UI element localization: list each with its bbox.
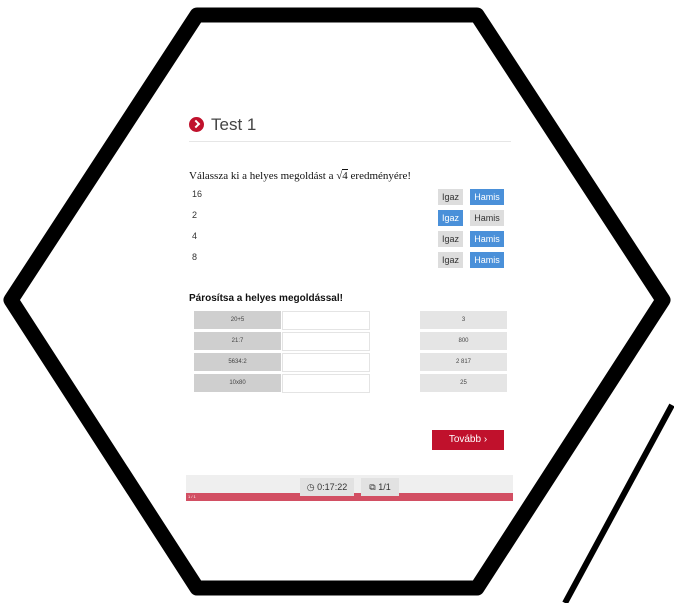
true-button[interactable]: Igaz xyxy=(438,231,463,247)
true-button[interactable]: Igaz xyxy=(438,252,463,268)
option-label: 16 xyxy=(192,189,203,199)
match-item-left[interactable]: 5634:2 xyxy=(194,353,281,371)
match-item-right[interactable]: 25 xyxy=(420,374,507,392)
match-item-right[interactable]: 3 xyxy=(420,311,507,329)
false-button[interactable]: Hamis xyxy=(470,210,504,226)
true-button[interactable]: Igaz xyxy=(438,189,463,205)
option-label: 8 xyxy=(192,252,198,262)
match-item-left[interactable]: 21:7 xyxy=(194,332,281,350)
match-drop-slot[interactable] xyxy=(282,332,370,351)
false-button[interactable]: Hamis xyxy=(470,189,504,205)
question-2-text: Párosítsa a helyes megoldással! xyxy=(189,293,343,304)
false-button[interactable]: Hamis xyxy=(470,231,504,247)
false-button[interactable]: Hamis xyxy=(470,252,504,268)
next-button[interactable]: Tovább › xyxy=(432,430,504,450)
match-item-right[interactable]: 800 xyxy=(420,332,507,350)
chevron-right-icon: › xyxy=(483,434,488,445)
true-button[interactable]: Igaz xyxy=(438,210,463,226)
test-page: Test 1 Válassza ki a helyes megoldást a … xyxy=(0,0,674,603)
clock-icon: ◷ xyxy=(306,482,315,492)
timer: ◷ 0:17:22 xyxy=(300,478,354,496)
progress-text: 1 / 1 xyxy=(188,494,196,499)
question-1-text: Válassza ki a helyes megoldást a √4 ered… xyxy=(189,169,411,182)
pages-icon: ⧉ xyxy=(369,482,376,492)
page-counter: ⧉ 1/1 xyxy=(361,478,399,496)
match-item-right[interactable]: 2 817 xyxy=(420,353,507,371)
option-label: 2 xyxy=(192,210,198,220)
page-title: Test 1 xyxy=(211,115,257,134)
square-root-symbol: √4 xyxy=(336,169,348,182)
match-item-left[interactable]: 20+5 xyxy=(194,311,281,329)
page-header: Test 1 xyxy=(189,115,511,142)
match-drop-slot[interactable] xyxy=(282,374,370,393)
match-drop-slot[interactable] xyxy=(282,311,370,330)
option-label: 4 xyxy=(192,231,198,241)
match-drop-slot[interactable] xyxy=(282,353,370,372)
chevron-right-icon xyxy=(189,117,204,132)
match-item-left[interactable]: 10x80 xyxy=(194,374,281,392)
